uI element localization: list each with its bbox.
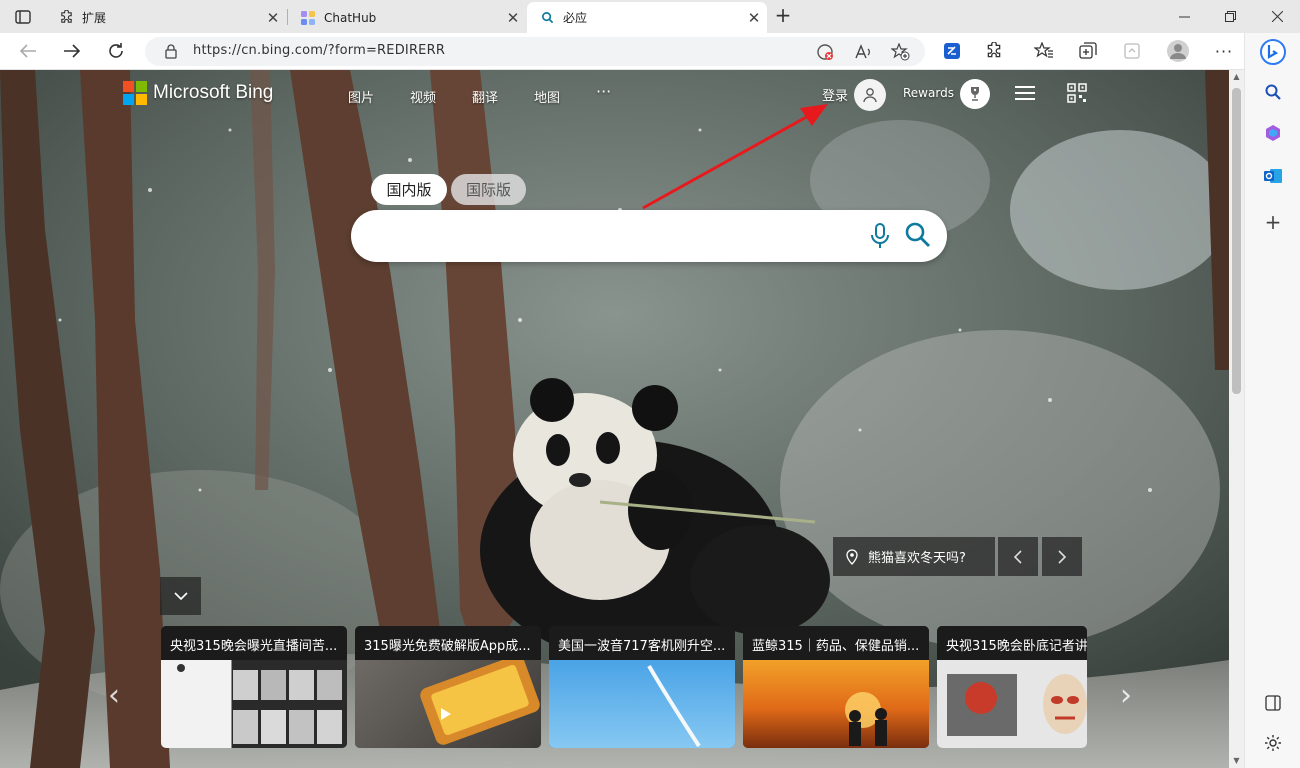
tab-chathub[interactable]: ChatHub ✕ xyxy=(288,2,526,33)
close-icon[interactable]: ✕ xyxy=(741,9,767,27)
hamburger-menu-icon[interactable] xyxy=(1014,85,1036,101)
region-tab-international[interactable]: 国际版 xyxy=(451,174,526,205)
feed-next-chevron-icon[interactable]: › xyxy=(1120,678,1142,714)
search-box[interactable] xyxy=(351,210,947,262)
previous-image-button[interactable] xyxy=(998,537,1038,576)
nav-images[interactable]: 图片 xyxy=(348,87,374,106)
copilot-icon[interactable] xyxy=(1261,121,1285,145)
next-image-button[interactable] xyxy=(1042,537,1082,576)
hide-sidebar-icon[interactable] xyxy=(1261,691,1285,715)
settings-gear-icon[interactable] xyxy=(1261,731,1285,755)
news-card-title: 蓝鲸315｜药品、保健品销... xyxy=(743,626,929,660)
news-card[interactable]: 蓝鲸315｜药品、保健品销... xyxy=(743,626,929,748)
search-icon xyxy=(539,10,555,26)
page-scrollbar[interactable]: ▲ ▼ xyxy=(1229,70,1244,768)
close-window-button[interactable] xyxy=(1255,0,1300,33)
restore-button[interactable] xyxy=(1208,0,1253,33)
nav-translate[interactable]: 翻译 xyxy=(472,87,498,106)
news-card[interactable]: 央视315晚会曝光直播间苦... xyxy=(161,626,347,748)
scrollbar-thumb[interactable] xyxy=(1232,88,1241,394)
image-caption-text: 熊猫喜欢冬天吗? xyxy=(868,551,966,566)
bing-chat-icon[interactable] xyxy=(1259,38,1287,66)
tab-bing[interactable]: 必应 ✕ xyxy=(527,2,767,33)
news-card-thumbnail xyxy=(161,660,347,748)
outlook-icon[interactable] xyxy=(1261,164,1285,188)
lock-icon[interactable] xyxy=(165,44,177,63)
url-text[interactable]: https://cn.bing.com/?form=REDIRERR xyxy=(193,43,445,58)
user-avatar-icon[interactable] xyxy=(854,79,886,111)
news-card[interactable]: 美国一波音717客机刚升空... xyxy=(549,626,735,748)
tab-bar: 扩展 ✕ ChatHub ✕ 必应 ✕ + xyxy=(0,0,1300,33)
edge-sidebar: + xyxy=(1244,33,1300,768)
favorites-icon[interactable] xyxy=(1031,39,1057,63)
collapse-feed-button[interactable] xyxy=(160,577,201,615)
search-input[interactable] xyxy=(373,222,863,250)
extensions-icon[interactable] xyxy=(981,39,1007,63)
tab-label: 扩展 xyxy=(82,11,107,25)
close-icon[interactable]: ✕ xyxy=(260,9,286,27)
address-bar[interactable]: https://cn.bing.com/?form=REDIRERR xyxy=(145,37,925,66)
close-icon[interactable]: ✕ xyxy=(500,9,526,27)
bing-homepage: Microsoft Bing 图片 视频 翻译 地图 ··· 登录 Reward… xyxy=(0,70,1229,768)
scroll-down-icon[interactable]: ▼ xyxy=(1229,754,1244,768)
add-favorite-icon[interactable] xyxy=(890,43,910,61)
puzzle-icon xyxy=(58,10,74,26)
news-card-thumbnail xyxy=(743,660,929,748)
region-tab-domestic[interactable]: 国内版 xyxy=(371,174,447,205)
news-card-title: 美国一波音717客机刚升空... xyxy=(549,626,735,660)
collections-icon[interactable] xyxy=(1075,39,1101,63)
tab-actions-icon[interactable] xyxy=(10,6,36,28)
read-aloud-icon[interactable] xyxy=(853,43,873,61)
web-capture-icon[interactable] xyxy=(1119,39,1145,63)
logo-text: Microsoft Bing xyxy=(153,82,274,103)
extension-editor-icon[interactable] xyxy=(939,39,965,63)
profile-avatar[interactable] xyxy=(1165,39,1191,63)
tab-extensions[interactable]: 扩展 ✕ xyxy=(46,2,286,33)
tracking-blocked-icon[interactable] xyxy=(815,43,835,61)
microsoft-logo-icon xyxy=(123,81,147,105)
chathub-icon xyxy=(300,10,316,26)
news-card[interactable]: 央视315晚会卧底记者讲 xyxy=(937,626,1087,748)
more-menu-icon[interactable]: ··· xyxy=(1211,39,1237,63)
rewards-link[interactable]: Rewards xyxy=(903,86,954,100)
address-toolbar: https://cn.bing.com/?form=REDIRERR ··· xyxy=(0,33,1300,70)
minimize-button[interactable] xyxy=(1162,0,1207,33)
news-card-thumbnail xyxy=(549,660,735,748)
nav-maps[interactable]: 地图 xyxy=(534,87,560,106)
location-pin-icon xyxy=(846,548,858,565)
news-card-thumbnail xyxy=(937,660,1087,748)
news-card[interactable]: 315曝光免费破解版App成... xyxy=(355,626,541,748)
nav-videos[interactable]: 视频 xyxy=(410,87,436,106)
search-icon[interactable] xyxy=(1261,80,1285,104)
nav-more[interactable]: ··· xyxy=(596,82,611,101)
add-sidebar-app-icon[interactable]: + xyxy=(1261,210,1285,234)
back-icon[interactable] xyxy=(15,39,41,63)
news-card-thumbnail xyxy=(355,655,541,748)
news-card-title: 央视315晚会曝光直播间苦... xyxy=(161,626,347,660)
feed-prev-chevron-icon[interactable]: ‹ xyxy=(108,678,130,714)
news-card-title: 315曝光免费破解版App成... xyxy=(355,626,541,660)
image-caption-button[interactable]: 熊猫喜欢冬天吗? xyxy=(833,537,995,576)
tab-label: 必应 xyxy=(563,11,588,25)
forward-icon[interactable] xyxy=(59,39,85,63)
rewards-trophy-icon[interactable] xyxy=(960,79,990,109)
voice-search-icon[interactable] xyxy=(868,222,892,250)
new-tab-button[interactable]: + xyxy=(770,5,796,27)
refresh-icon[interactable] xyxy=(103,39,129,63)
news-card-title: 央视315晚会卧底记者讲 xyxy=(937,626,1087,660)
signin-link[interactable]: 登录 xyxy=(822,85,848,104)
qr-code-icon[interactable] xyxy=(1067,83,1087,103)
scroll-up-icon[interactable]: ▲ xyxy=(1229,70,1244,84)
search-submit-icon[interactable] xyxy=(904,221,932,249)
bing-logo[interactable]: Microsoft Bing xyxy=(123,81,273,105)
tab-label: ChatHub xyxy=(324,10,377,25)
chevron-down-icon xyxy=(173,591,188,600)
